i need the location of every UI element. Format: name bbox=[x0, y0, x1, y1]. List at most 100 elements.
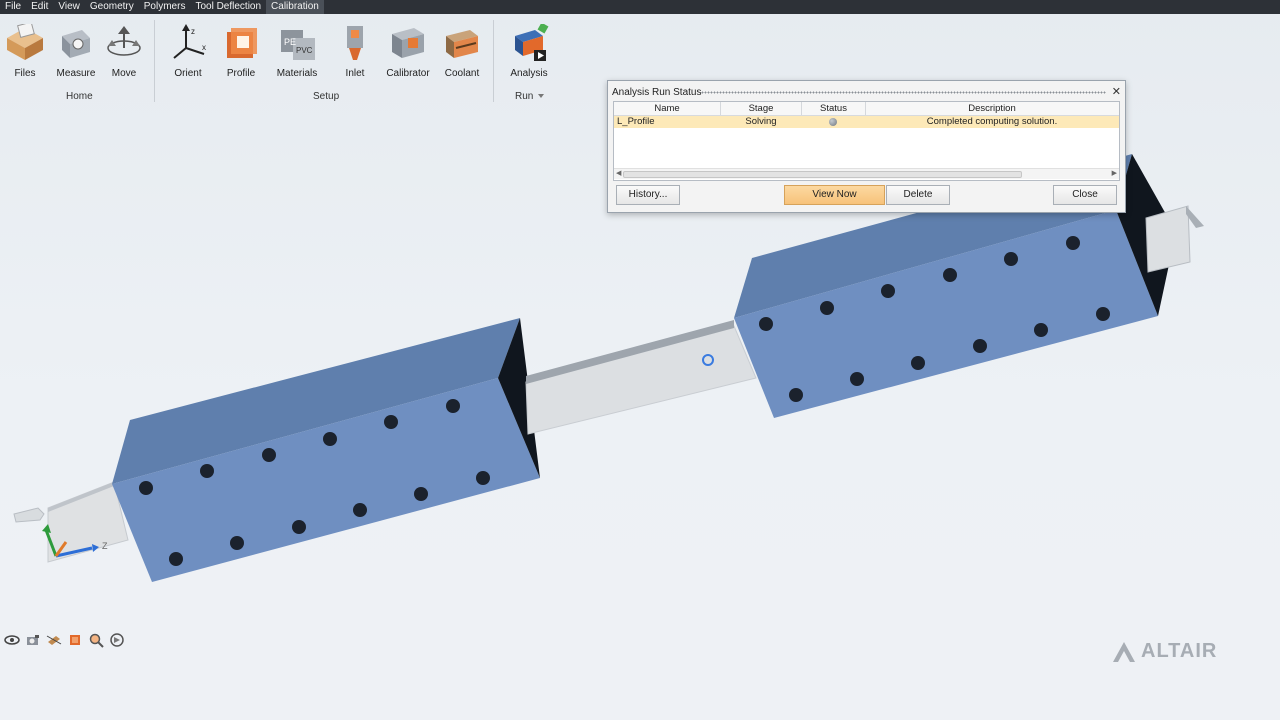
scroll-right-icon[interactable]: ▶ bbox=[1112, 169, 1117, 179]
files-icon bbox=[7, 24, 43, 60]
menu-polymers[interactable]: Polymers bbox=[139, 0, 191, 14]
inlet-button[interactable]: Inlet bbox=[328, 24, 382, 79]
menu-geometry[interactable]: Geometry bbox=[85, 0, 139, 14]
measure-icon bbox=[62, 30, 90, 58]
run-status-table: Name Stage Status Description L_Profile … bbox=[613, 101, 1120, 181]
zoom-icon[interactable] bbox=[88, 632, 104, 648]
calibrator-button[interactable]: Calibrator bbox=[381, 24, 435, 79]
analysis-icon bbox=[515, 24, 549, 61]
analysis-run-status-dialog: Analysis Run Status ✕ Name Stage Status … bbox=[607, 80, 1126, 213]
svg-text:z: z bbox=[191, 27, 195, 36]
hole bbox=[139, 481, 153, 495]
profile-extrusion-middle bbox=[525, 325, 757, 435]
move-icon bbox=[107, 26, 141, 56]
dialog-titlebar[interactable]: Analysis Run Status ✕ bbox=[608, 81, 1125, 101]
hole bbox=[446, 399, 460, 413]
history-button[interactable]: History... bbox=[616, 185, 680, 205]
inlet-arrow-icon bbox=[13, 507, 45, 523]
analysis-button[interactable]: Analysis bbox=[502, 24, 556, 79]
scroll-left-icon[interactable]: ◀ bbox=[616, 169, 621, 179]
hole bbox=[200, 464, 214, 478]
hole bbox=[881, 284, 895, 298]
hole bbox=[943, 268, 957, 282]
hole bbox=[262, 448, 276, 462]
profile-extrusion-right bbox=[1145, 205, 1191, 273]
view-orient-icon[interactable] bbox=[4, 632, 20, 648]
hole bbox=[759, 317, 773, 331]
row-name: L_Profile bbox=[617, 116, 655, 127]
measure-button[interactable]: Measure bbox=[49, 24, 103, 79]
profile-icon bbox=[227, 28, 257, 58]
hole bbox=[414, 487, 428, 501]
profile-label: Profile bbox=[226, 68, 256, 79]
axis-z-label: Z bbox=[102, 541, 108, 551]
delete-button[interactable]: Delete bbox=[886, 185, 950, 205]
group-setup-label: Setup bbox=[313, 91, 340, 102]
hole bbox=[353, 503, 367, 517]
orient-button[interactable]: z x Orient bbox=[161, 24, 215, 79]
scrollbar-thumb[interactable] bbox=[623, 171, 1022, 178]
inlet-label: Inlet bbox=[345, 68, 365, 79]
dialog-title: Analysis Run Status bbox=[612, 87, 702, 98]
group-run-label[interactable]: Run bbox=[515, 91, 545, 102]
hole bbox=[384, 415, 398, 429]
files-button[interactable]: Files bbox=[0, 24, 52, 79]
column-description-header[interactable]: Description bbox=[866, 102, 1118, 115]
menu-view[interactable]: View bbox=[53, 0, 85, 14]
fit-view-icon[interactable] bbox=[109, 632, 125, 648]
menu-file[interactable]: File bbox=[0, 0, 26, 14]
table-row[interactable]: L_Profile Solving Completed computing so… bbox=[614, 116, 1119, 128]
coolant-icon bbox=[446, 30, 478, 58]
ribbon-separator bbox=[154, 20, 155, 102]
hole bbox=[1066, 236, 1080, 250]
menu-calibration[interactable]: Calibration bbox=[266, 0, 324, 14]
column-status-header[interactable]: Status bbox=[802, 102, 866, 115]
altair-logo: ALTAIR bbox=[1112, 640, 1217, 663]
hole bbox=[230, 536, 244, 550]
move-label: Move bbox=[111, 68, 137, 79]
menu-bar: File Edit View Geometry Polymers Tool De… bbox=[0, 0, 1280, 14]
hole bbox=[850, 372, 864, 386]
menu-edit[interactable]: Edit bbox=[26, 0, 53, 14]
materials-button[interactable]: PE PVC Materials bbox=[270, 24, 324, 79]
camera-icon[interactable] bbox=[25, 632, 41, 648]
hole bbox=[1034, 323, 1048, 337]
row-stage: Solving bbox=[745, 116, 777, 127]
hole bbox=[973, 339, 987, 353]
orient-label: Orient bbox=[174, 68, 202, 79]
coolant-button[interactable]: Coolant bbox=[435, 24, 489, 79]
shade-icon[interactable] bbox=[67, 632, 83, 648]
view-now-button[interactable]: View Now bbox=[784, 185, 885, 205]
materials-pvc-text: PVC bbox=[296, 46, 313, 55]
ribbon-separator bbox=[493, 20, 494, 102]
row-description: Completed computing solution. bbox=[926, 116, 1058, 127]
column-stage-header[interactable]: Stage bbox=[721, 102, 802, 115]
group-home-label: Home bbox=[66, 91, 93, 102]
chevron-down-icon bbox=[538, 94, 545, 99]
materials-pe-text: PE bbox=[284, 37, 296, 47]
hole bbox=[1004, 252, 1018, 266]
calibrator-icon bbox=[392, 28, 424, 58]
column-name-header[interactable]: Name bbox=[614, 102, 721, 115]
status-icon bbox=[829, 118, 837, 126]
section-icon[interactable] bbox=[46, 632, 62, 648]
close-button[interactable]: Close bbox=[1053, 185, 1117, 205]
analysis-label: Analysis bbox=[510, 68, 548, 79]
coolant-label: Coolant bbox=[444, 68, 480, 79]
hole bbox=[1096, 307, 1110, 321]
orient-icon: z x bbox=[173, 24, 206, 59]
profile-button[interactable]: Profile bbox=[214, 24, 268, 79]
table-header: Name Stage Status Description bbox=[614, 102, 1119, 116]
hole bbox=[911, 356, 925, 370]
menu-tool-deflection[interactable]: Tool Deflection bbox=[190, 0, 266, 14]
move-button[interactable]: Move bbox=[97, 24, 151, 79]
ribbon-toolbar: Files Measure Move Home z x Orient Profi… bbox=[0, 14, 560, 106]
hole bbox=[476, 471, 490, 485]
close-icon[interactable]: ✕ bbox=[1112, 85, 1121, 98]
altair-logo-icon bbox=[1113, 641, 1135, 662]
horizontal-scrollbar[interactable]: ◀ ▶ bbox=[614, 168, 1119, 179]
drag-grip[interactable] bbox=[701, 91, 1106, 94]
view-toolbar bbox=[4, 632, 125, 648]
files-label: Files bbox=[14, 68, 36, 79]
calibrator-label: Calibrator bbox=[386, 68, 430, 79]
